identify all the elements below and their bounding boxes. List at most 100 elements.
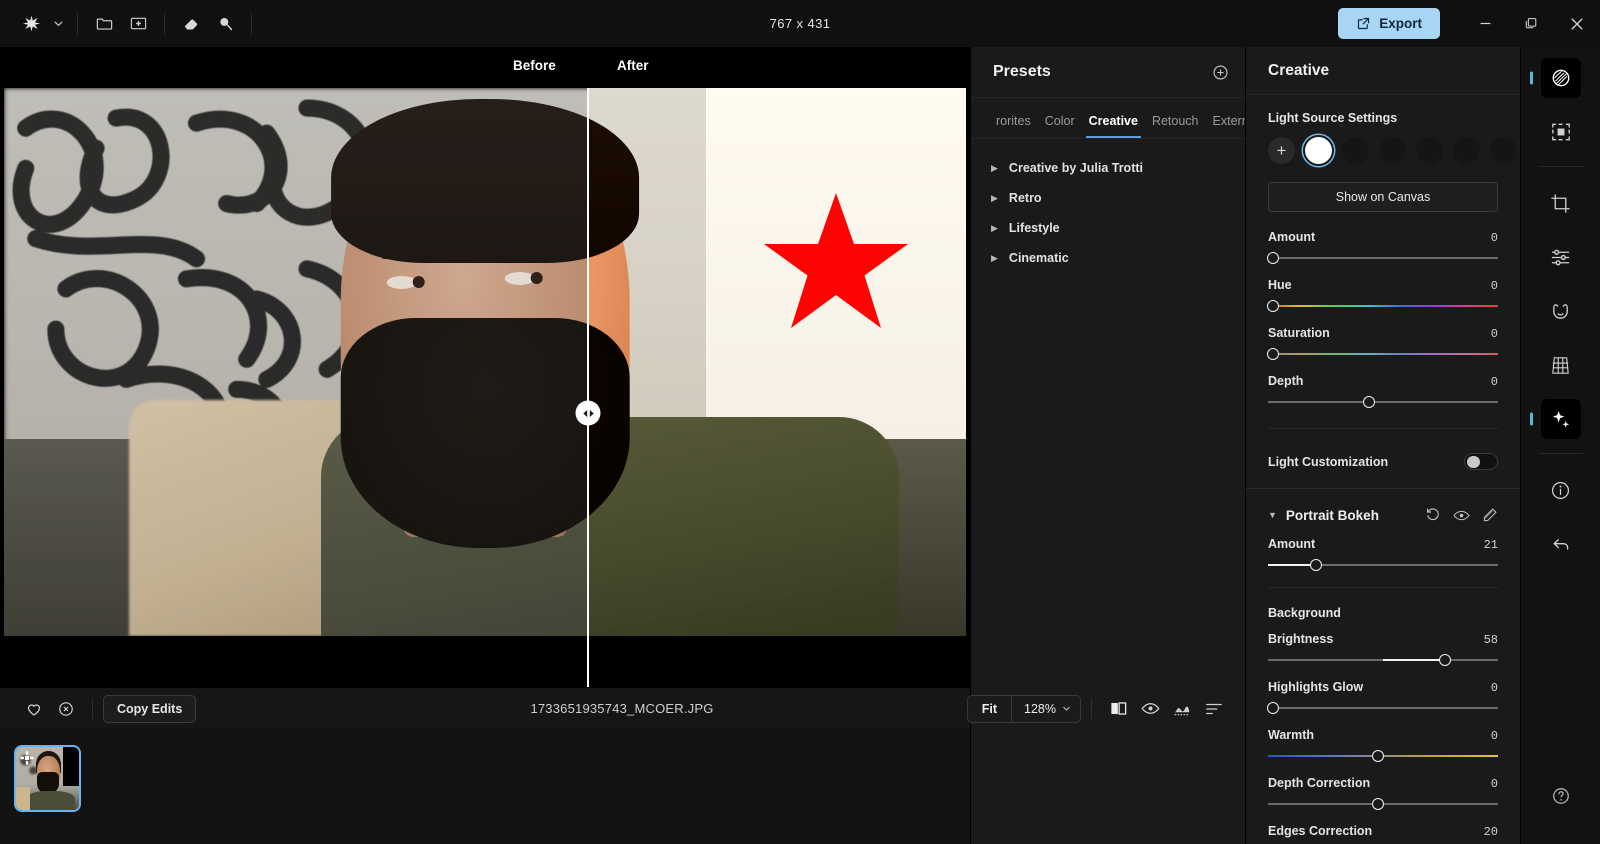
tab-retouch[interactable]: Retouch [1145,114,1206,138]
slider-track[interactable] [1268,396,1498,408]
slider-track[interactable] [1268,798,1498,810]
slider-track[interactable] [1266,348,1498,360]
tab-color[interactable]: Color [1038,114,1082,138]
histogram-button[interactable] [1166,693,1198,725]
slider-knob[interactable] [1439,654,1452,666]
slider-knob[interactable] [1266,702,1279,714]
slider-knob[interactable] [1266,348,1279,360]
compare-view-button[interactable] [1102,693,1134,725]
slider-knob[interactable] [1266,252,1279,264]
filmstrip-thumbnail[interactable] [14,745,81,812]
slider-knob[interactable] [1372,798,1385,810]
slider-knob[interactable] [1310,559,1323,571]
portrait-bokeh-header[interactable]: ▼ Portrait Bokeh [1268,505,1498,523]
visibility-eye-icon[interactable] [1453,509,1470,522]
slider-value: 21 [1483,538,1498,552]
slider-track[interactable] [1268,559,1498,571]
light-source-swatch-3[interactable] [1379,137,1406,164]
reset-icon[interactable] [1425,507,1441,523]
info-tool-button[interactable] [1541,470,1581,510]
move-handle-icon[interactable] [20,751,34,765]
minimize-button[interactable] [1462,0,1508,47]
light-source-swatch-5[interactable] [1453,137,1480,164]
photo-preview[interactable] [4,88,966,636]
chevron-right-icon: ▶ [991,222,998,233]
undo-icon [1553,539,1568,550]
preset-group-retro[interactable]: ▶ Retro [971,183,1245,213]
view-divider [1091,698,1092,719]
creative-sparkle-tool-button[interactable] [1540,399,1581,439]
export-button[interactable]: Export [1338,8,1440,39]
close-button[interactable] [1554,0,1600,47]
layers-icon [1552,69,1569,87]
help-tool-button[interactable] [1541,776,1581,816]
track-line [1268,257,1498,259]
perspective-grid-tool-button[interactable] [1541,345,1581,385]
presets-list: ▶ Creative by Julia Trotti ▶ Retro ▶ Lif… [971,139,1245,273]
select-subject-tool-button[interactable] [1541,112,1581,152]
light-customization-label: Light Customization [1268,454,1389,469]
slider-label: Amount [1268,230,1316,244]
eraser-icon[interactable] [174,7,208,41]
reject-button[interactable] [50,693,82,725]
slider-track[interactable] [1268,750,1498,762]
compare-view-icon [1110,702,1126,715]
tab-favorites[interactable]: rorites [989,114,1038,138]
light-source-swatch-1[interactable] [1305,137,1332,164]
tab-external[interactable]: Extern [1206,114,1245,138]
slider-track[interactable] [1266,702,1498,714]
chevron-down-icon [1063,706,1070,711]
chevron-down-icon[interactable] [48,7,68,41]
light-source-swatch-6[interactable] [1490,137,1517,164]
edit-panel: Creative Light Source Settings + Show on… [1245,47,1520,844]
light-customization-toggle[interactable] [1464,453,1498,470]
undo-history-tool-button[interactable] [1541,524,1581,564]
before-after-drag-handle[interactable] [575,400,601,426]
preset-group-lifestyle[interactable]: ▶ Lifestyle [971,213,1245,243]
preset-group-cinematic[interactable]: ▶ Cinematic [971,243,1245,273]
slider-track[interactable] [1268,654,1498,666]
preset-group-creative-julia-trotti[interactable]: ▶ Creative by Julia Trotti [971,153,1245,183]
effects-star-icon[interactable] [14,7,48,41]
slider-knob[interactable] [1372,750,1385,762]
preview-toggle-button[interactable] [1134,693,1166,725]
slider-amount-light: Amount 0 [1266,230,1498,264]
folder-icon[interactable] [87,7,121,41]
zoom-level-dropdown[interactable]: 128% [1012,702,1080,716]
slider-track[interactable] [1266,252,1498,264]
slider-label: Saturation [1268,326,1330,340]
export-icon [1358,17,1370,30]
slider-track[interactable] [1266,300,1498,312]
tool-rail-top [1521,47,1600,564]
zoom-fit-button[interactable]: Fit [968,702,1011,716]
sort-list-button[interactable] [1198,693,1230,725]
slider-value: 0 [1490,279,1498,293]
light-source-swatch-2[interactable] [1342,137,1369,164]
titlebar-tools [0,0,261,47]
portrait-retouch-tool-button[interactable] [1541,291,1581,331]
heart-icon [27,703,41,716]
light-source-swatch-4[interactable] [1416,137,1443,164]
image-canvas[interactable]: Before After [0,47,970,687]
edit-mask-icon[interactable] [1482,507,1498,523]
favorite-button[interactable] [18,693,50,725]
adjust-sliders-tool-button[interactable] [1541,237,1581,277]
slider-value: 58 [1483,633,1498,647]
edit-panel-header: Creative [1246,47,1520,95]
presets-header: Presets [971,47,1245,98]
track-fill [1383,659,1446,661]
zoom-icon[interactable] [208,7,242,41]
add-image-icon[interactable] [121,7,155,41]
tab-creative[interactable]: Creative [1082,114,1145,138]
copy-edits-button[interactable]: Copy Edits [103,694,197,723]
maximize-button[interactable] [1508,0,1554,47]
slider-knob[interactable] [1363,396,1376,408]
add-light-source-button[interactable]: + [1268,137,1295,164]
crop-tool-button[interactable] [1541,183,1581,223]
before-after-divider[interactable] [587,88,589,687]
show-on-canvas-button[interactable]: Show on Canvas [1268,182,1498,212]
slider-knob[interactable] [1266,300,1279,312]
layers-tool-button[interactable] [1540,58,1581,98]
zoom-controls[interactable]: Fit 128% [966,694,1081,723]
add-preset-icon[interactable] [1212,64,1229,81]
